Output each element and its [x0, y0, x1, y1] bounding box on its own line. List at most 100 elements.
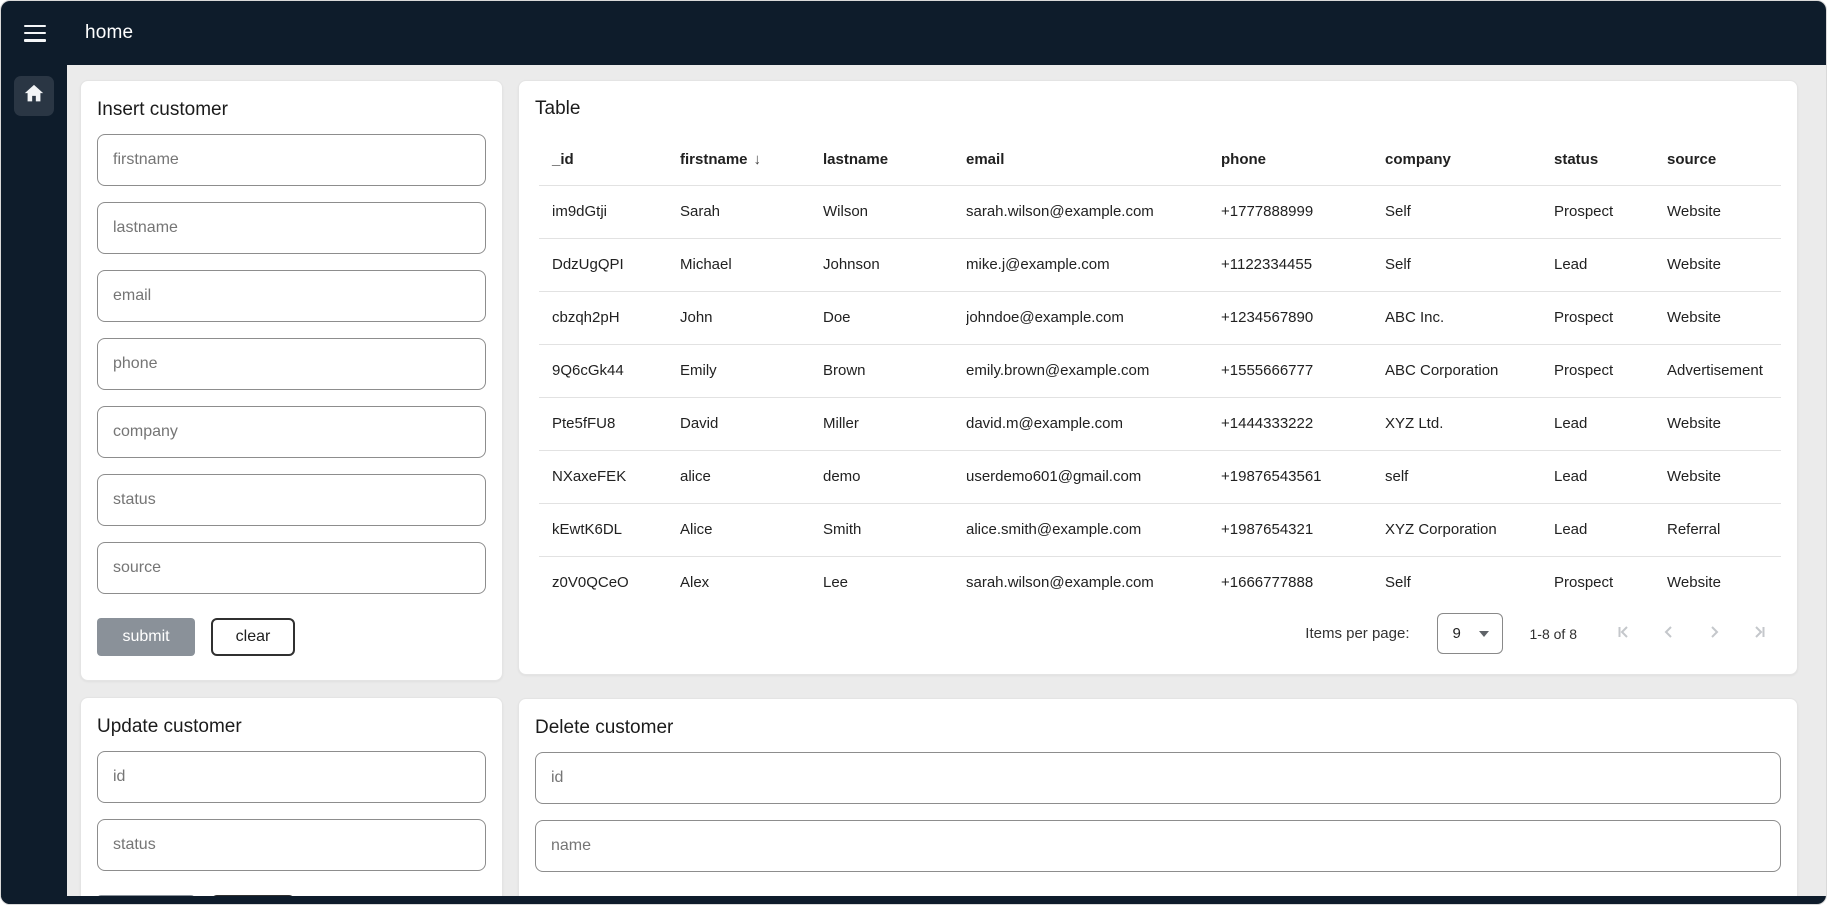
page-range-label: 1-8 of 8: [1530, 626, 1577, 642]
table-cell-firstname: alice: [680, 450, 823, 503]
table-cell-email: sarah.wilson@example.com: [966, 185, 1221, 238]
column-header-firstname[interactable]: firstname↓: [680, 135, 823, 185]
table-cell-firstname: Sarah: [680, 185, 823, 238]
lastname-field[interactable]: [97, 202, 486, 254]
table-cell-_id: DdzUgQPI: [539, 238, 680, 291]
table-cell-firstname: Alice: [680, 503, 823, 556]
table-row: z0V0QCeOAlexLeesarah.wilson@example.com+…: [539, 556, 1781, 609]
table-row: cbzqh2pHJohnDoejohndoe@example.com+12345…: [539, 291, 1781, 344]
table-cell-status: Lead: [1554, 397, 1667, 450]
table-cell-lastname: Johnson: [823, 238, 966, 291]
table-cell-lastname: demo: [823, 450, 966, 503]
table-cell-lastname: Doe: [823, 291, 966, 344]
next-page-button[interactable]: [1691, 614, 1736, 654]
table-cell-source: Advertisement: [1667, 344, 1781, 397]
table-cell-company: self: [1385, 450, 1554, 503]
table-cell-lastname: Brown: [823, 344, 966, 397]
table-cell-source: Website: [1667, 556, 1781, 609]
delete-customer-card: Delete customer submit clear: [518, 698, 1798, 905]
table-cell-source: Website: [1667, 238, 1781, 291]
table-cell-firstname: Michael: [680, 238, 823, 291]
table-cell-phone: +1234567890: [1221, 291, 1385, 344]
table-cell-email: userdemo601@gmail.com: [966, 450, 1221, 503]
app-window: home Insert customer: [0, 0, 1827, 905]
table-cell-_id: cbzqh2pH: [539, 291, 680, 344]
status-field[interactable]: [97, 474, 486, 526]
sidebar: [1, 65, 67, 905]
column-header-phone[interactable]: phone: [1221, 135, 1385, 185]
delete-id-field[interactable]: [535, 752, 1781, 804]
chevron-left-icon: [1660, 623, 1678, 644]
column-header-id[interactable]: _id: [539, 135, 680, 185]
previous-page-button[interactable]: [1646, 614, 1691, 654]
chevron-right-icon: [1705, 623, 1723, 644]
paginator: Items per page: 9 1-8 of 8: [519, 609, 1797, 658]
page-title: home: [85, 22, 133, 44]
column-header-source[interactable]: source: [1667, 135, 1781, 185]
table-row: im9dGtjiSarahWilsonsarah.wilson@example.…: [539, 185, 1781, 238]
column-header-status[interactable]: status: [1554, 135, 1667, 185]
update-status-field[interactable]: [97, 819, 486, 871]
chevron-down-icon: [1479, 631, 1489, 637]
menu-icon[interactable]: [24, 25, 46, 42]
table-cell-phone: +1987654321: [1221, 503, 1385, 556]
delete-name-field[interactable]: [535, 820, 1781, 872]
update-customer-card: Update customer submit clear: [80, 697, 503, 905]
table-cell-lastname: Lee: [823, 556, 966, 609]
table-cell-status: Prospect: [1554, 344, 1667, 397]
table-cell-status: Prospect: [1554, 185, 1667, 238]
first-page-button[interactable]: [1601, 614, 1646, 654]
page-size-select[interactable]: 9: [1437, 613, 1503, 654]
phone-field[interactable]: [97, 338, 486, 390]
table-cell-company: ABC Inc.: [1385, 291, 1554, 344]
table-cell-source: Website: [1667, 397, 1781, 450]
top-bar: home: [1, 1, 1826, 65]
column-header-lastname[interactable]: lastname: [823, 135, 966, 185]
table-cell-_id: im9dGtji: [539, 185, 680, 238]
insert-customer-card: Insert customer submit clear: [80, 80, 503, 681]
table-cell-phone: +1666777888: [1221, 556, 1385, 609]
table-cell-phone: +1555666777: [1221, 344, 1385, 397]
table-cell-firstname: John: [680, 291, 823, 344]
email-field[interactable]: [97, 270, 486, 322]
table-cell-_id: NXaxeFEK: [539, 450, 680, 503]
table-cell-_id: Pte5fFU8: [539, 397, 680, 450]
last-page-button[interactable]: [1736, 614, 1781, 654]
table-cell-phone: +1122334455: [1221, 238, 1385, 291]
update-id-field[interactable]: [97, 751, 486, 803]
window-bottom-frame: [1, 896, 1826, 904]
insert-submit-button[interactable]: submit: [97, 618, 195, 656]
table-cell-company: Self: [1385, 185, 1554, 238]
table-cell-_id: kEwtK6DL: [539, 503, 680, 556]
table-cell-_id: 9Q6cGk44: [539, 344, 680, 397]
company-field[interactable]: [97, 406, 486, 458]
insert-clear-button[interactable]: clear: [211, 618, 295, 656]
table-cell-source: Website: [1667, 450, 1781, 503]
source-field[interactable]: [97, 542, 486, 594]
table-cell-status: Lead: [1554, 450, 1667, 503]
table-cell-email: david.m@example.com: [966, 397, 1221, 450]
table-cell-company: Self: [1385, 238, 1554, 291]
sidebar-item-home[interactable]: [14, 76, 54, 116]
table-header-row: _id firstname↓ lastname email phone comp…: [539, 135, 1781, 185]
table-cell-email: johndoe@example.com: [966, 291, 1221, 344]
firstname-field[interactable]: [97, 134, 486, 186]
table-cell-firstname: David: [680, 397, 823, 450]
table-cell-phone: +19876543561: [1221, 450, 1385, 503]
table-cell-company: ABC Corporation: [1385, 344, 1554, 397]
table-cell-email: mike.j@example.com: [966, 238, 1221, 291]
table-cell-source: Referral: [1667, 503, 1781, 556]
table-cell-_id: z0V0QCeO: [539, 556, 680, 609]
table-cell-status: Prospect: [1554, 291, 1667, 344]
customer-table: _id firstname↓ lastname email phone comp…: [539, 135, 1781, 609]
column-header-company[interactable]: company: [1385, 135, 1554, 185]
sort-desc-icon: ↓: [754, 151, 762, 168]
insert-customer-title: Insert customer: [97, 99, 486, 121]
table-cell-lastname: Smith: [823, 503, 966, 556]
table-cell-company: XYZ Corporation: [1385, 503, 1554, 556]
table-cell-firstname: Emily: [680, 344, 823, 397]
column-header-email[interactable]: email: [966, 135, 1221, 185]
table-cell-phone: +1444333222: [1221, 397, 1385, 450]
table-cell-email: emily.brown@example.com: [966, 344, 1221, 397]
main-content: Insert customer submit clear: [67, 65, 1827, 905]
